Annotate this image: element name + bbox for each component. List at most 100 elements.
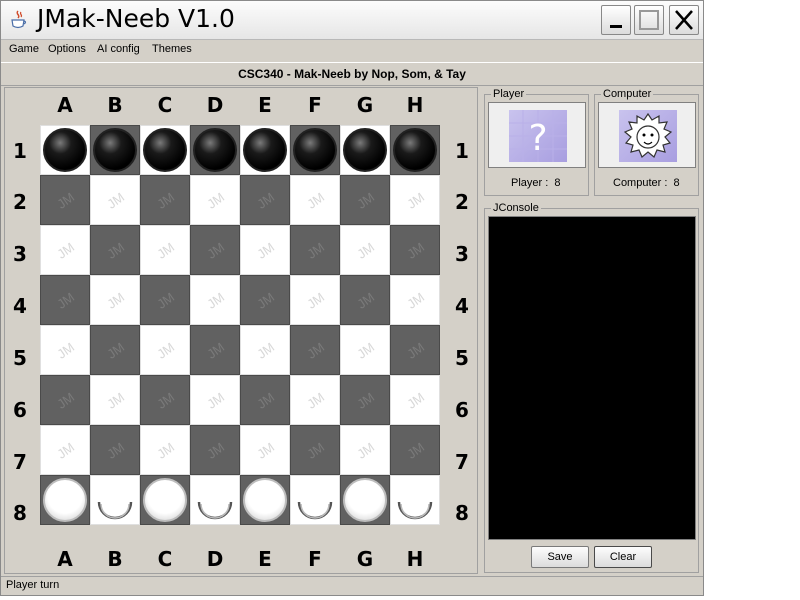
board-cell-d6[interactable]: JM	[190, 375, 240, 425]
white-piece[interactable]	[243, 478, 287, 522]
board-cell-h3[interactable]: JM	[390, 225, 440, 275]
board-cell-a8[interactable]	[40, 475, 90, 525]
board-cell-h5[interactable]: JM	[390, 325, 440, 375]
empty-white-piece[interactable]	[293, 478, 337, 522]
board-cell-f6[interactable]: JM	[290, 375, 340, 425]
row-label-6-left: 6	[13, 398, 27, 422]
board-cell-h8[interactable]	[390, 475, 440, 525]
board-cell-f3[interactable]: JM	[290, 225, 340, 275]
board-cell-a1[interactable]	[40, 125, 90, 175]
close-button[interactable]	[669, 5, 699, 35]
board-cell-a2[interactable]: JM	[40, 175, 90, 225]
player-avatar[interactable]: ?	[488, 102, 586, 168]
board-cell-e7[interactable]: JM	[240, 425, 290, 475]
board-cell-g1[interactable]	[340, 125, 390, 175]
board-cell-f8[interactable]	[290, 475, 340, 525]
board-cell-e6[interactable]: JM	[240, 375, 290, 425]
menu-themes[interactable]: Themes	[152, 43, 192, 55]
board-cell-b5[interactable]: JM	[90, 325, 140, 375]
board-cell-b7[interactable]: JM	[90, 425, 140, 475]
board-cell-h6[interactable]: JM	[390, 375, 440, 425]
board-cell-d1[interactable]	[190, 125, 240, 175]
board-cell-a6[interactable]: JM	[40, 375, 90, 425]
title-bar[interactable]: JMak-Neeb V1.0	[1, 1, 703, 40]
board-cell-b6[interactable]: JM	[90, 375, 140, 425]
board-cell-e4[interactable]: JM	[240, 275, 290, 325]
board-cell-b1[interactable]	[90, 125, 140, 175]
menu-ai-config[interactable]: AI config	[97, 43, 140, 55]
board-cell-d7[interactable]: JM	[190, 425, 240, 475]
board-cell-d5[interactable]: JM	[190, 325, 240, 375]
board-cell-h4[interactable]: JM	[390, 275, 440, 325]
black-piece[interactable]	[193, 128, 237, 172]
board-cell-a3[interactable]: JM	[40, 225, 90, 275]
board-cell-a7[interactable]: JM	[40, 425, 90, 475]
menu-options[interactable]: Options	[48, 43, 86, 55]
board-cell-g5[interactable]: JM	[340, 325, 390, 375]
board-cell-d8[interactable]	[190, 475, 240, 525]
empty-white-piece[interactable]	[193, 478, 237, 522]
board-cell-d4[interactable]: JM	[190, 275, 240, 325]
col-label-b-bottom: B	[107, 547, 123, 571]
empty-white-piece[interactable]	[93, 478, 137, 522]
board-cell-f7[interactable]: JM	[290, 425, 340, 475]
board-cell-f5[interactable]: JM	[290, 325, 340, 375]
col-label-g-bottom: G	[356, 547, 374, 571]
board-cell-c8[interactable]	[140, 475, 190, 525]
white-piece[interactable]	[343, 478, 387, 522]
board-cell-h7[interactable]: JM	[390, 425, 440, 475]
black-piece[interactable]	[293, 128, 337, 172]
save-button[interactable]: Save	[531, 546, 589, 568]
board-cell-f2[interactable]: JM	[290, 175, 340, 225]
board-cell-c1[interactable]	[140, 125, 190, 175]
col-label-d-top: D	[206, 93, 224, 117]
board-cell-g3[interactable]: JM	[340, 225, 390, 275]
board-cell-c2[interactable]: JM	[140, 175, 190, 225]
board-cell-c5[interactable]: JM	[140, 325, 190, 375]
board-cell-c3[interactable]: JM	[140, 225, 190, 275]
white-piece[interactable]	[143, 478, 187, 522]
black-piece[interactable]	[143, 128, 187, 172]
board-cell-e8[interactable]	[240, 475, 290, 525]
board-cell-h2[interactable]: JM	[390, 175, 440, 225]
black-piece[interactable]	[243, 128, 287, 172]
board-cell-g2[interactable]: JM	[340, 175, 390, 225]
board-cell-b4[interactable]: JM	[90, 275, 140, 325]
computer-avatar[interactable]	[598, 102, 696, 168]
white-piece[interactable]	[43, 478, 87, 522]
menu-game[interactable]: Game	[9, 43, 39, 55]
board-cell-f1[interactable]	[290, 125, 340, 175]
board-cell-b3[interactable]: JM	[90, 225, 140, 275]
status-text: Player turn	[6, 579, 60, 591]
empty-white-piece[interactable]	[393, 478, 437, 522]
clear-button[interactable]: Clear	[594, 546, 652, 568]
board-cell-a5[interactable]: JM	[40, 325, 90, 375]
board-cell-d2[interactable]: JM	[190, 175, 240, 225]
board-cell-e1[interactable]	[240, 125, 290, 175]
board-cell-a4[interactable]: JM	[40, 275, 90, 325]
board-cell-b8[interactable]	[90, 475, 140, 525]
board-cell-c6[interactable]: JM	[140, 375, 190, 425]
black-piece[interactable]	[343, 128, 387, 172]
board-cell-g8[interactable]	[340, 475, 390, 525]
maximize-button[interactable]	[634, 5, 664, 35]
board-cell-g4[interactable]: JM	[340, 275, 390, 325]
board-cell-e3[interactable]: JM	[240, 225, 290, 275]
board-cell-g6[interactable]: JM	[340, 375, 390, 425]
menu-bar: Game Options AI config Themes	[1, 40, 703, 60]
board-cell-h1[interactable]	[390, 125, 440, 175]
black-piece[interactable]	[393, 128, 437, 172]
black-piece[interactable]	[43, 128, 87, 172]
minimize-button[interactable]	[601, 5, 631, 35]
row-label-4-right: 4	[455, 294, 469, 318]
console-output[interactable]	[488, 216, 696, 540]
board-cell-e5[interactable]: JM	[240, 325, 290, 375]
black-piece[interactable]	[93, 128, 137, 172]
board-cell-g7[interactable]: JM	[340, 425, 390, 475]
board-cell-b2[interactable]: JM	[90, 175, 140, 225]
board-cell-f4[interactable]: JM	[290, 275, 340, 325]
board-cell-c7[interactable]: JM	[140, 425, 190, 475]
board-cell-e2[interactable]: JM	[240, 175, 290, 225]
board-cell-c4[interactable]: JM	[140, 275, 190, 325]
board-cell-d3[interactable]: JM	[190, 225, 240, 275]
